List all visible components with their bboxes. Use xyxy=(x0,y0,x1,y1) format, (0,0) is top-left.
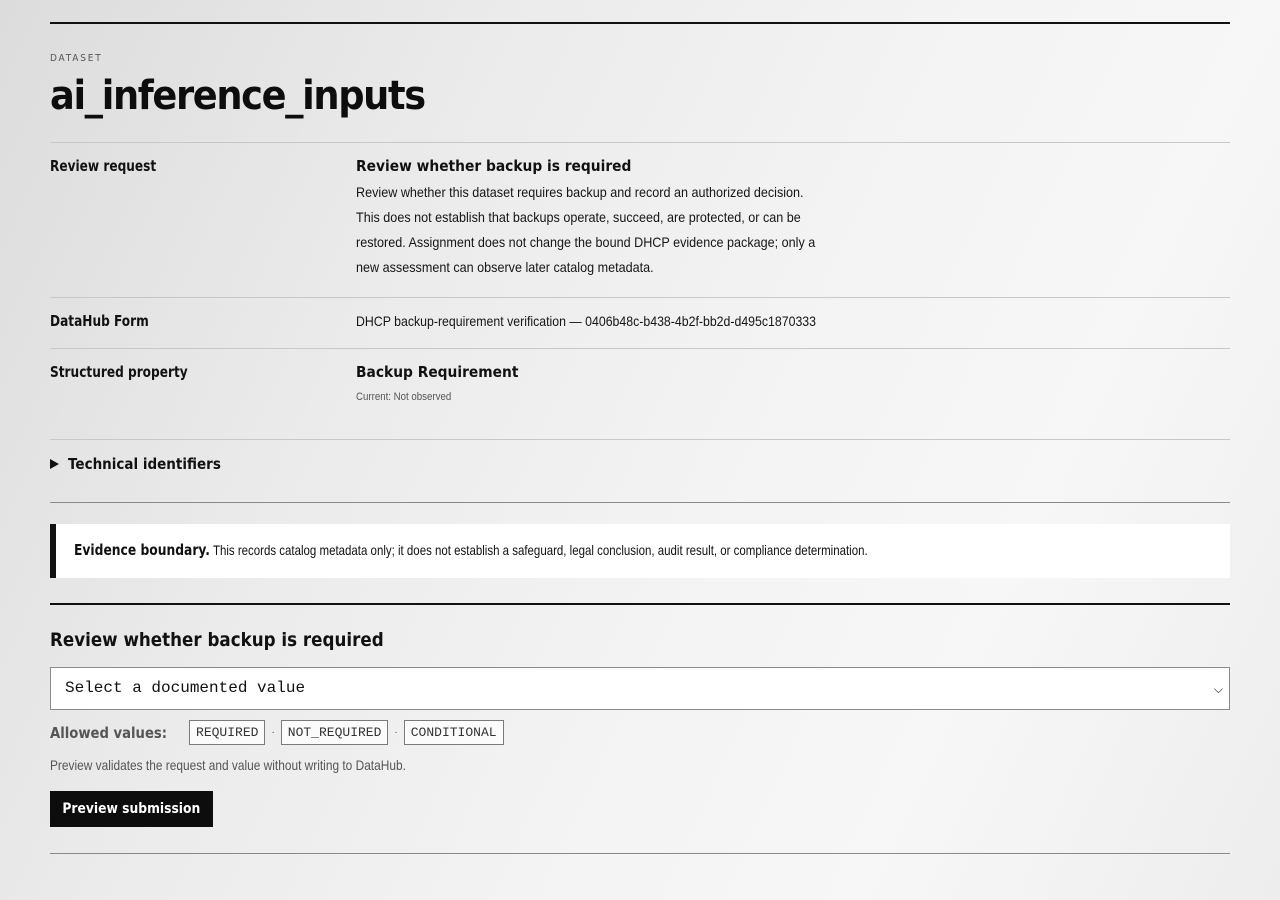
structured-property-label: Structured property xyxy=(50,363,188,381)
callout-strong: Evidence boundary. xyxy=(74,541,210,559)
bottom-divider xyxy=(50,853,1230,854)
allowed-values-label: Allowed values: xyxy=(50,723,168,742)
evidence-boundary-callout: Evidence boundary. This records catalog … xyxy=(50,524,1230,578)
page-title: ai_inference_inputs xyxy=(50,73,426,119)
review-request-heading: Review whether backup is required xyxy=(356,157,632,175)
separator-dot: · xyxy=(271,727,275,738)
allowed-value-chip: REQUIRED xyxy=(189,720,266,745)
divider xyxy=(50,142,1230,143)
separator-dot: · xyxy=(394,727,398,738)
allowed-values: Allowed values: REQUIRED · NOT_REQUIRED … xyxy=(50,720,504,745)
entity-type-label: DATASET xyxy=(50,53,103,64)
preview-submission-label: Preview submission xyxy=(62,801,201,817)
preview-submission-button[interactable]: Preview submission xyxy=(50,791,213,827)
review-request-value: Review whether backup is required Review… xyxy=(356,157,876,280)
divider xyxy=(50,502,1230,503)
callout-text: Evidence boundary. This records catalog … xyxy=(74,541,868,559)
technical-identifiers-toggle[interactable]: Technical identifiers xyxy=(50,455,238,473)
top-divider xyxy=(50,22,1230,24)
section-divider xyxy=(50,603,1230,605)
structured-property-value: Backup Requirement Current: Not observed xyxy=(356,363,533,403)
preview-note: Preview validates the request and value … xyxy=(50,757,406,773)
divider xyxy=(50,348,1230,349)
review-request-label: Review request xyxy=(50,157,157,175)
allowed-value-chip: CONDITIONAL xyxy=(403,720,504,745)
disclosure-triangle-icon xyxy=(50,459,59,469)
callout-body: This records catalog metadata only; it d… xyxy=(209,542,868,558)
divider xyxy=(50,297,1230,298)
datahub-form-value: DHCP backup-requirement verification — 0… xyxy=(356,313,879,329)
datahub-form-text: DHCP backup-requirement verification — 0… xyxy=(356,313,817,329)
select-current-value: Select a documented value xyxy=(65,679,306,697)
chevron-down-icon: ⌵ xyxy=(1213,682,1223,696)
divider xyxy=(50,439,1230,440)
review-request-description: Review whether this dataset requires bac… xyxy=(356,184,816,275)
value-select[interactable]: Select a documented value ⌵ xyxy=(50,667,1230,710)
datahub-form-label: DataHub Form xyxy=(50,312,149,330)
allowed-value-chip: NOT_REQUIRED xyxy=(280,720,389,745)
technical-identifiers-label: Technical identifiers xyxy=(68,455,221,473)
form-section-title: Review whether backup is required xyxy=(50,629,384,651)
structured-property-name: Backup Requirement xyxy=(356,363,519,381)
structured-property-current: Current: Not observed xyxy=(356,391,452,403)
